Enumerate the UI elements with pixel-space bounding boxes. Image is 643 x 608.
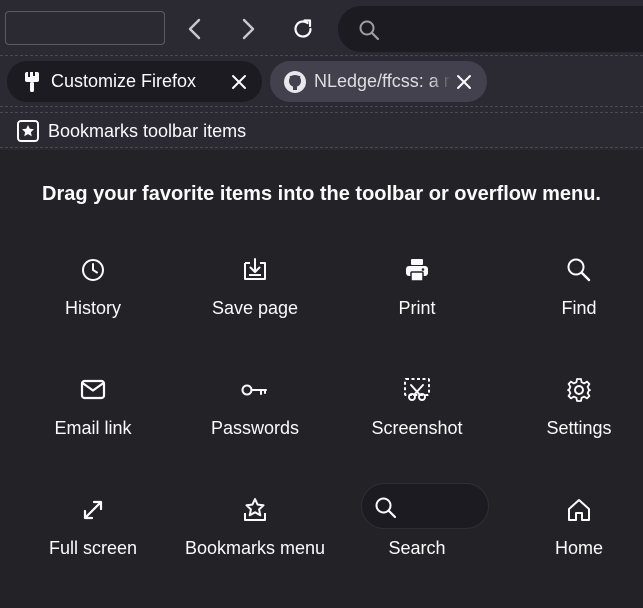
back-button[interactable] xyxy=(178,12,212,46)
palette-item-screenshot[interactable]: Screenshot xyxy=(336,376,498,440)
clock-icon xyxy=(12,256,174,284)
tab-title: Customize Firefox xyxy=(51,71,197,91)
tab-customize-firefox[interactable]: Customize Firefox xyxy=(7,61,262,102)
search-icon xyxy=(498,256,643,284)
palette-item-label: Search xyxy=(388,538,446,558)
fullscreen-icon xyxy=(12,496,174,524)
palette-item-save-page[interactable]: Save page xyxy=(174,256,336,320)
palette-item-label: Full screen xyxy=(48,538,138,558)
home-icon xyxy=(498,496,643,524)
palette-item-find[interactable]: Find xyxy=(498,256,643,320)
palette-item-bookmarks-menu[interactable]: Bookmarks menu xyxy=(174,496,336,560)
url-bar[interactable] xyxy=(338,6,643,52)
palette-item-history[interactable]: History xyxy=(12,256,174,320)
search-icon xyxy=(358,19,380,41)
reload-button[interactable] xyxy=(286,12,320,46)
forward-button[interactable] xyxy=(231,12,265,46)
palette-item-print[interactable]: Print xyxy=(336,256,498,320)
palette-item-email-link[interactable]: Email link xyxy=(12,376,174,440)
palette-item-label: Find xyxy=(561,298,597,318)
bookmarks-toolbar-items[interactable]: Bookmarks toolbar items xyxy=(16,118,246,144)
palette-item-search[interactable]: Search xyxy=(336,496,498,560)
palette-item-label: Email link xyxy=(54,418,132,438)
palette-item-full-screen[interactable]: Full screen xyxy=(12,496,174,560)
flexible-space-placeholder[interactable] xyxy=(5,11,165,45)
palette-item-home[interactable]: Home xyxy=(498,496,643,560)
palette-heading: Drag your favorite items into the toolba… xyxy=(42,183,601,205)
tab-nledge-ffcss[interactable]: NLedge/ffcss: a modern xyxy=(270,61,487,102)
bookmark-star-icon xyxy=(16,119,40,143)
reload-icon xyxy=(290,16,316,42)
palette-item-label: Bookmarks menu xyxy=(184,538,326,558)
palette-item-label: Save page xyxy=(211,298,299,318)
palette-item-label: Print xyxy=(398,298,436,318)
gear-icon xyxy=(498,376,643,404)
key-icon xyxy=(174,376,336,404)
screenshot-icon xyxy=(336,376,498,404)
chevron-left-icon xyxy=(185,17,205,41)
palette-item-label: Settings xyxy=(546,418,612,438)
paintbrush-icon xyxy=(19,69,45,95)
palette-item-passwords[interactable]: Passwords xyxy=(174,376,336,440)
close-icon[interactable] xyxy=(226,69,252,95)
bookmarks-toolbar-label: Bookmarks toolbar items xyxy=(48,120,247,141)
palette-item-label: Screenshot xyxy=(371,418,463,438)
envelope-icon xyxy=(12,376,174,404)
bookmark-star-icon xyxy=(174,496,336,524)
close-icon[interactable] xyxy=(451,69,477,95)
palette-item-label: Home xyxy=(554,538,603,558)
palette-item-label: History xyxy=(64,298,121,318)
palette-item-settings[interactable]: Settings xyxy=(498,376,643,440)
palette-item-label: Passwords xyxy=(210,418,300,438)
github-icon xyxy=(282,69,308,95)
save-page-icon xyxy=(174,256,336,284)
printer-icon xyxy=(336,256,498,284)
tab-title: NLedge/ffcss: a modern xyxy=(314,71,451,91)
chevron-right-icon xyxy=(238,17,258,41)
